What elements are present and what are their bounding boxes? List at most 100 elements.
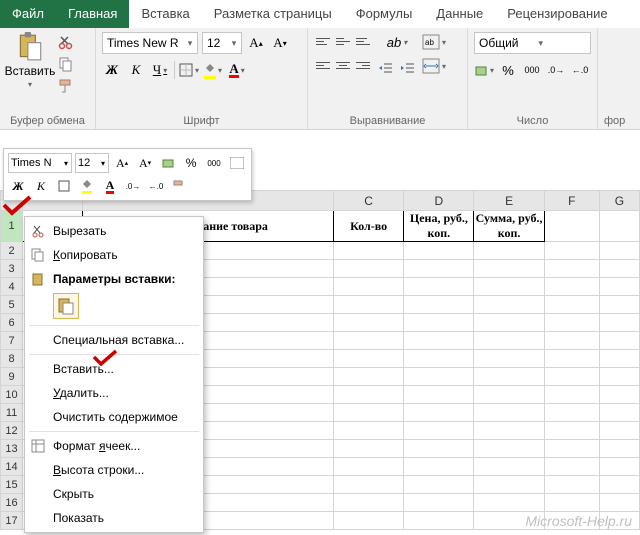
mini-merge[interactable] — [227, 153, 247, 173]
cell[interactable] — [544, 314, 599, 332]
cell[interactable] — [599, 368, 639, 386]
col-header[interactable]: E — [474, 191, 544, 211]
cell[interactable] — [544, 332, 599, 350]
cell[interactable] — [544, 260, 599, 278]
accounting-format-button[interactable] — [474, 60, 494, 80]
cell[interactable] — [599, 332, 639, 350]
cell[interactable] — [599, 404, 639, 422]
cell[interactable] — [474, 350, 544, 368]
cell[interactable] — [474, 440, 544, 458]
cell[interactable] — [334, 368, 404, 386]
ctx-delete[interactable]: Удалить... — [25, 381, 203, 405]
cell[interactable] — [474, 278, 544, 296]
tab-formulas[interactable]: Формулы — [344, 0, 425, 28]
mini-fill-color[interactable] — [77, 176, 97, 196]
row-header[interactable]: 13 — [1, 440, 23, 458]
cell[interactable] — [599, 296, 639, 314]
cell[interactable] — [599, 440, 639, 458]
mini-size-combo[interactable]: ▾ — [75, 153, 109, 173]
orientation-button[interactable]: ab — [376, 32, 418, 52]
cell[interactable] — [544, 211, 599, 242]
chevron-down-icon[interactable]: ▾ — [61, 159, 71, 168]
cell[interactable] — [334, 332, 404, 350]
cell[interactable] — [334, 296, 404, 314]
align-center-button[interactable] — [334, 56, 352, 74]
increase-indent-button[interactable] — [398, 58, 418, 78]
ctx-row-height[interactable]: Высота строки... — [25, 458, 203, 482]
cell[interactable] — [334, 476, 404, 494]
chevron-down-icon[interactable]: ▾ — [183, 38, 197, 49]
mini-decrease-font[interactable]: A▾ — [135, 153, 155, 173]
tab-page-layout[interactable]: Разметка страницы — [202, 0, 344, 28]
tab-data[interactable]: Данные — [424, 0, 495, 28]
cell[interactable] — [334, 494, 404, 512]
increase-font-button[interactable]: A▴ — [246, 33, 266, 53]
cell[interactable] — [544, 494, 599, 512]
cell[interactable]: Цена, руб., коп. — [404, 211, 474, 242]
row-header[interactable]: 12 — [1, 422, 23, 440]
tab-insert[interactable]: Вставка — [129, 0, 201, 28]
cell[interactable] — [474, 422, 544, 440]
font-size-input[interactable] — [203, 36, 227, 50]
row-header[interactable]: 8 — [1, 350, 23, 368]
cell[interactable] — [474, 386, 544, 404]
cut-icon[interactable] — [58, 34, 74, 50]
chevron-down-icon[interactable]: ▾ — [227, 38, 241, 49]
cell[interactable] — [404, 512, 474, 530]
cell[interactable] — [544, 242, 599, 260]
col-header[interactable]: C — [334, 191, 404, 211]
cell[interactable] — [334, 512, 404, 530]
cell[interactable] — [334, 278, 404, 296]
format-painter-icon[interactable] — [58, 78, 74, 94]
cell[interactable] — [404, 386, 474, 404]
chevron-down-icon[interactable]: ▾ — [539, 38, 544, 49]
row-header[interactable]: 4 — [1, 278, 23, 296]
cell[interactable] — [599, 458, 639, 476]
cell[interactable] — [404, 296, 474, 314]
font-color-button[interactable]: А — [227, 60, 247, 80]
row-header[interactable]: 10 — [1, 386, 23, 404]
tab-review[interactable]: Рецензирование — [495, 0, 619, 28]
cell[interactable] — [474, 368, 544, 386]
row-header[interactable]: 2 — [1, 242, 23, 260]
underline-button[interactable]: Ч — [150, 60, 170, 80]
decrease-font-button[interactable]: A▾ — [270, 33, 290, 53]
cell[interactable] — [404, 494, 474, 512]
cell[interactable] — [544, 350, 599, 368]
row-header[interactable]: 11 — [1, 404, 23, 422]
cell[interactable] — [599, 211, 639, 242]
paste-button[interactable]: Вставить ▾ — [6, 32, 54, 94]
ctx-cut[interactable]: Вырезать — [25, 219, 203, 243]
col-header[interactable]: G — [599, 191, 639, 211]
col-header[interactable]: D — [404, 191, 474, 211]
cell[interactable] — [334, 422, 404, 440]
mini-borders[interactable] — [54, 176, 74, 196]
cell[interactable] — [404, 242, 474, 260]
cell[interactable] — [404, 458, 474, 476]
ctx-show[interactable]: Показать — [25, 506, 203, 530]
percent-button[interactable]: % — [498, 60, 518, 80]
cell[interactable] — [404, 476, 474, 494]
cell[interactable] — [474, 260, 544, 278]
align-top-button[interactable] — [314, 32, 332, 50]
comma-button[interactable]: 000 — [522, 60, 542, 80]
cell[interactable] — [544, 458, 599, 476]
row-header[interactable]: 15 — [1, 476, 23, 494]
cell[interactable] — [404, 332, 474, 350]
tab-home[interactable]: Главная — [56, 0, 129, 28]
cell[interactable] — [334, 404, 404, 422]
mini-percent[interactable]: % — [181, 153, 201, 173]
row-header[interactable]: 5 — [1, 296, 23, 314]
col-header[interactable]: F — [544, 191, 599, 211]
mini-increase-font[interactable]: A▴ — [112, 153, 132, 173]
mini-inc-decimal[interactable]: .0→ — [123, 176, 143, 196]
mini-dec-decimal[interactable]: ←.0 — [146, 176, 166, 196]
cell[interactable] — [544, 296, 599, 314]
cell[interactable] — [544, 440, 599, 458]
cell[interactable]: Кол-во — [334, 211, 404, 242]
cell[interactable] — [334, 440, 404, 458]
mini-accounting[interactable] — [158, 153, 178, 173]
align-right-button[interactable] — [354, 56, 372, 74]
font-name-combo[interactable]: ▾ — [102, 32, 198, 54]
cell[interactable] — [334, 350, 404, 368]
